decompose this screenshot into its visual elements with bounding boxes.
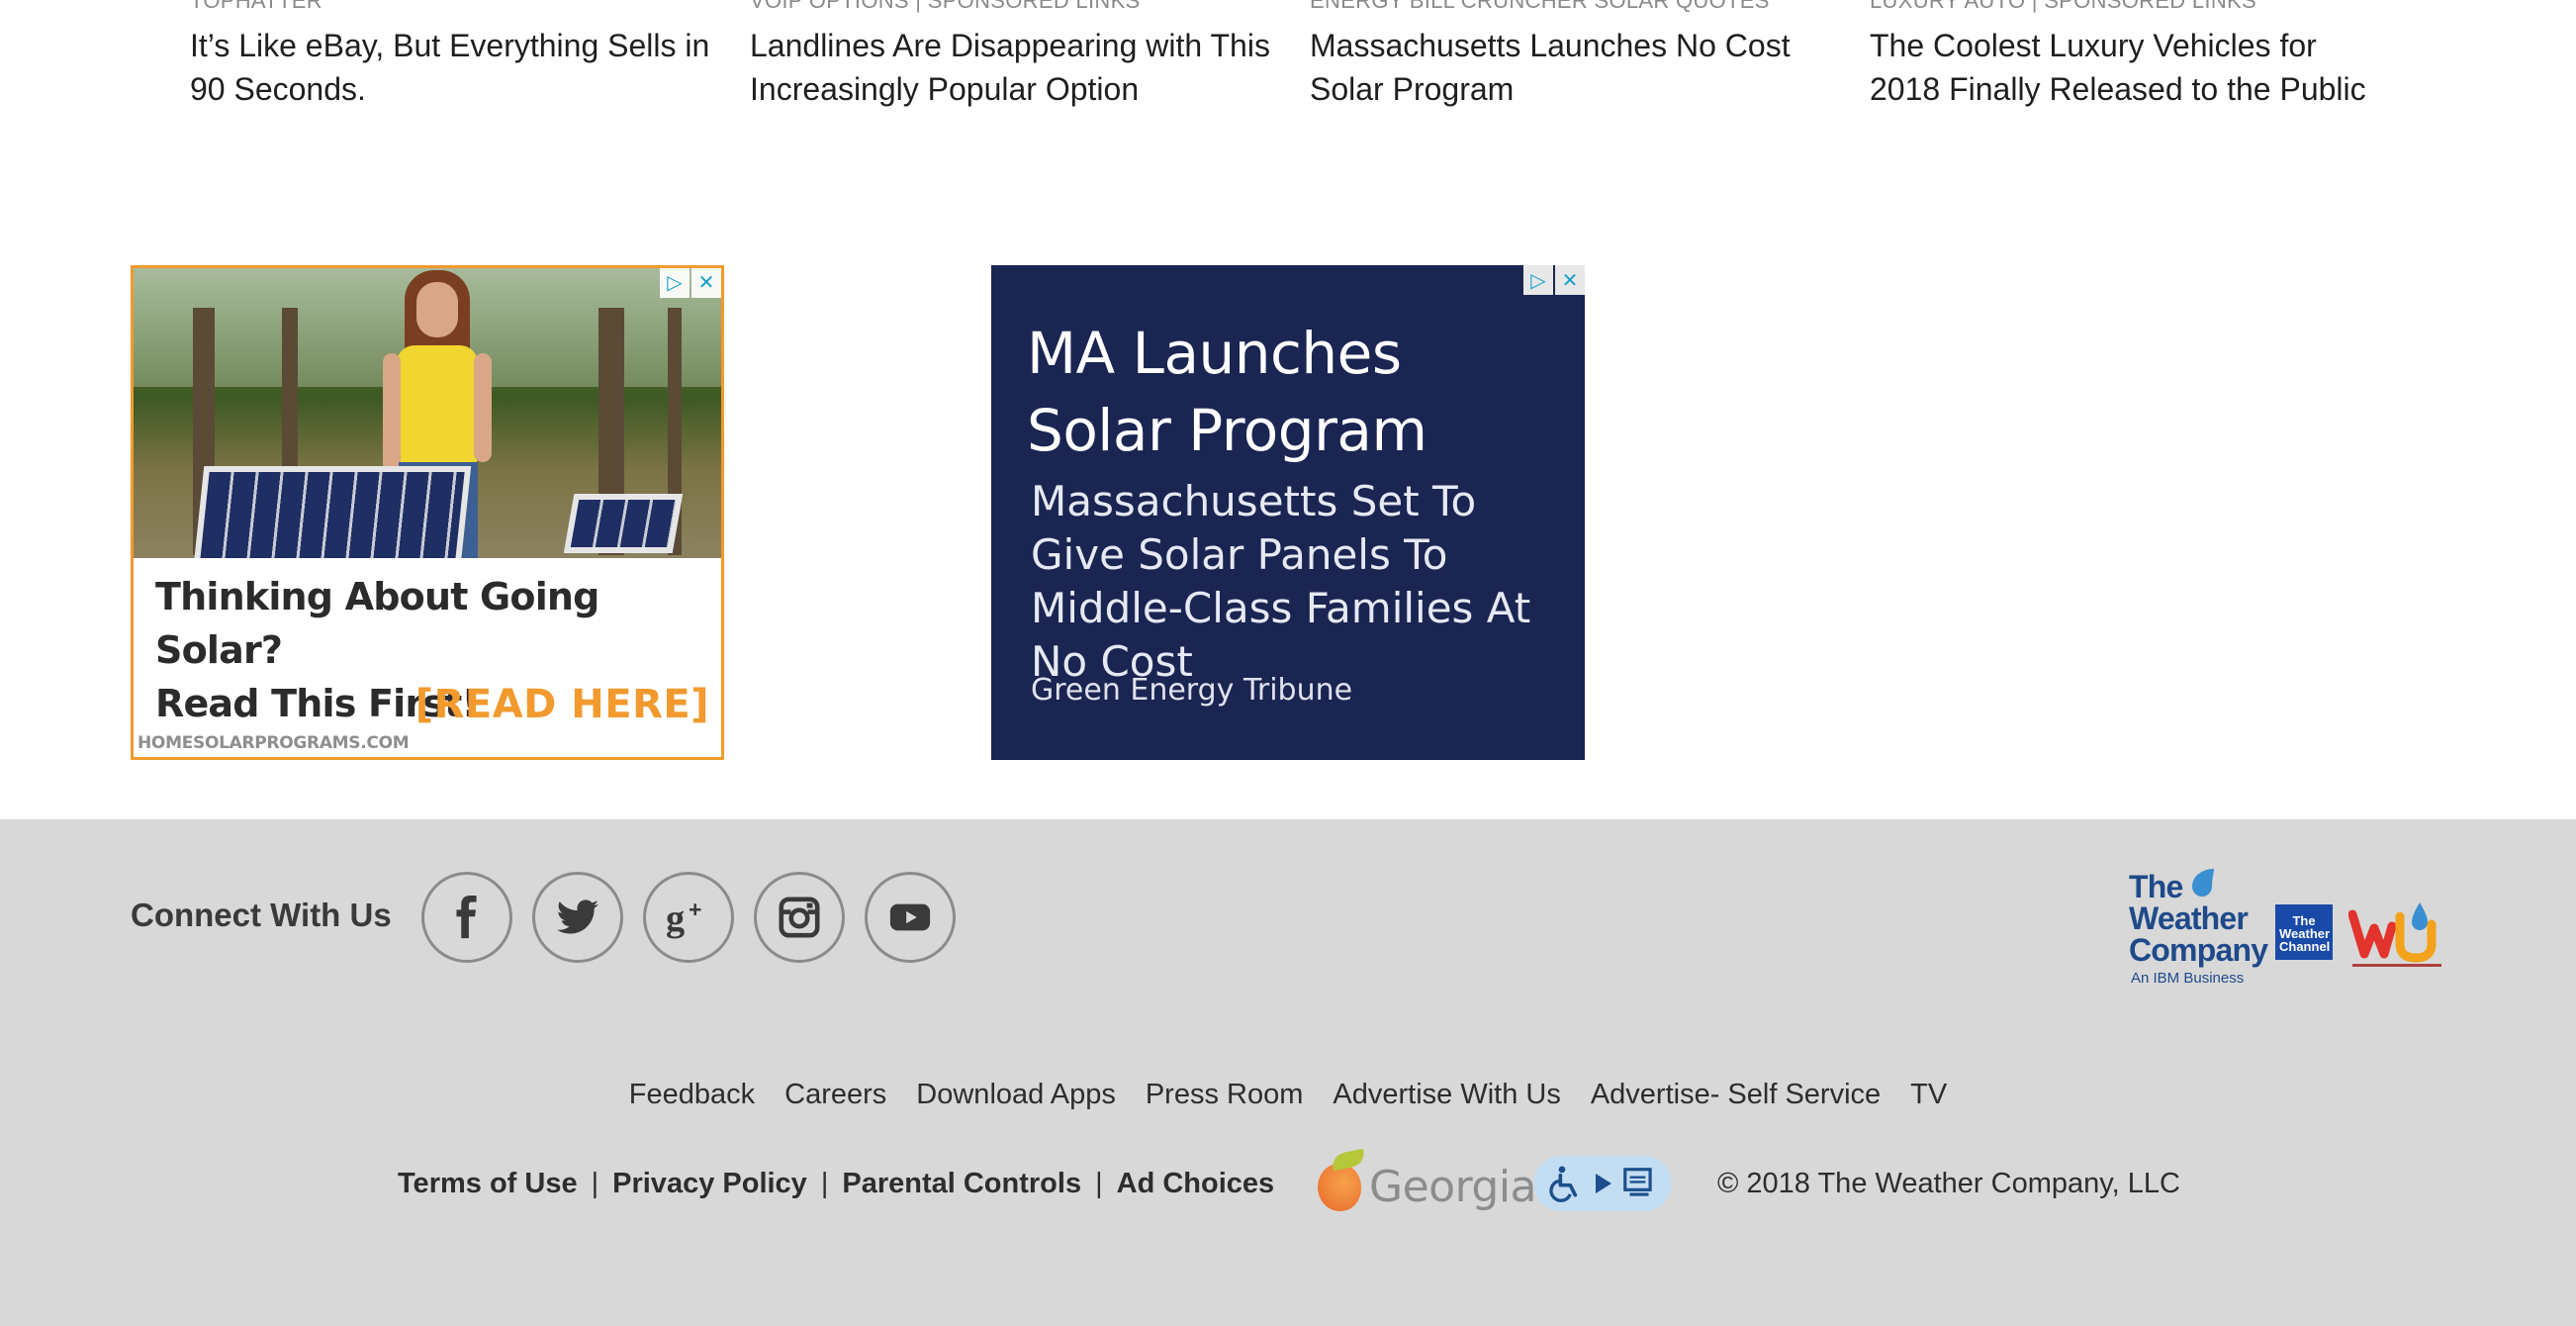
georgia-logo[interactable]: Georgia bbox=[1314, 1146, 1537, 1215]
story-source: Luxury Auto | Sponsored Links bbox=[1870, 0, 2256, 13]
footer-nav: Feedback Careers Download Apps Press Roo… bbox=[0, 1079, 2576, 1111]
story-headline[interactable]: Massachusetts Launches No Cost Solar Pro… bbox=[1310, 24, 1834, 111]
peach-icon bbox=[1318, 1164, 1361, 1211]
youtube-icon bbox=[889, 903, 931, 931]
ad-source: Green Energy Tribune bbox=[1031, 673, 1353, 708]
ad-controls: ▷ ✕ bbox=[1523, 265, 1585, 295]
site-footer: Connect With Us g + The Weather Company A… bbox=[0, 819, 2576, 1326]
svg-text:+: + bbox=[689, 897, 701, 922]
story-source: VoIP Options | Sponsored Links bbox=[750, 0, 1141, 13]
ibm-tagline: An IBM Business bbox=[2131, 970, 2245, 987]
story-card[interactable]: Energy Bill Cruncher Solar Quotes Massac… bbox=[1310, 0, 1834, 111]
connect-label: Connect With Us bbox=[131, 897, 392, 933]
story-card[interactable]: Tophatter It’s Like eBay, But Everything… bbox=[190, 0, 714, 111]
tribune-ad[interactable]: ▷ ✕ MA Launches Solar Program Massachuse… bbox=[991, 265, 1585, 760]
nav-tv[interactable]: TV bbox=[1910, 1079, 1947, 1111]
accessibility-badge[interactable] bbox=[1533, 1156, 1672, 1211]
close-icon[interactable]: ✕ bbox=[691, 268, 721, 298]
twitter-link[interactable] bbox=[532, 872, 623, 963]
brand-logos: The Weather Company An IBM Business The … bbox=[2127, 869, 2443, 990]
solar-panel bbox=[193, 466, 472, 558]
nav-press-room[interactable]: Press Room bbox=[1146, 1079, 1304, 1111]
adchoices-icon[interactable]: ▷ bbox=[660, 268, 690, 298]
ad-controls: ▷ ✕ bbox=[660, 268, 721, 298]
nav-advertise-self-service[interactable]: Advertise- Self Service bbox=[1591, 1079, 1881, 1111]
water-drop-icon bbox=[2192, 869, 2214, 897]
story-card[interactable]: VoIP Options | Sponsored Links Landlines… bbox=[750, 0, 1274, 111]
nav-feedback[interactable]: Feedback bbox=[629, 1079, 755, 1111]
story-card[interactable]: Luxury Auto | Sponsored Links The Cooles… bbox=[1870, 0, 2394, 111]
read-here-button[interactable]: [READ HERE] bbox=[415, 682, 709, 727]
computer-icon bbox=[1623, 1168, 1652, 1196]
divider: | bbox=[591, 1168, 599, 1199]
nav-careers[interactable]: Careers bbox=[784, 1079, 886, 1111]
nav-advertise[interactable]: Advertise With Us bbox=[1333, 1079, 1560, 1111]
instagram-link[interactable] bbox=[754, 872, 845, 963]
close-icon[interactable]: ✕ bbox=[1555, 265, 1585, 295]
story-headline[interactable]: It’s Like eBay, But Everything Sells in … bbox=[190, 24, 714, 111]
adchoices-icon[interactable]: ▷ bbox=[1523, 265, 1553, 295]
wheelchair-icon bbox=[1549, 1166, 1577, 1202]
ad-body: Massachusetts Set To Give Solar Panels T… bbox=[1031, 477, 1531, 686]
play-arrow-icon bbox=[1595, 1174, 1611, 1193]
ad-domain: HOMESOLARPROGRAMS.COM bbox=[138, 733, 410, 753]
svg-text:g: g bbox=[666, 898, 685, 939]
story-source: Energy Bill Cruncher Solar Quotes bbox=[1310, 0, 1770, 13]
parental-controls-link[interactable]: Parental Controls bbox=[842, 1168, 1081, 1200]
nav-download-apps[interactable]: Download Apps bbox=[916, 1079, 1116, 1111]
facebook-icon bbox=[456, 895, 477, 939]
divider: | bbox=[820, 1168, 829, 1199]
ad-choices-link[interactable]: Ad Choices bbox=[1117, 1168, 1275, 1200]
solar-ad[interactable]: ▷ ✕ Thinking About Going Solar? Read Thi… bbox=[131, 265, 724, 760]
google-plus-icon: g + bbox=[666, 897, 701, 939]
youtube-link[interactable] bbox=[865, 872, 956, 963]
story-headline[interactable]: Landlines Are Disappearing with This Inc… bbox=[750, 24, 1274, 111]
instagram-icon bbox=[779, 897, 820, 938]
sponsored-stories: Tophatter It’s Like eBay, But Everything… bbox=[0, 0, 2576, 139]
story-headline[interactable]: The Coolest Luxury Vehicles for 2018 Fin… bbox=[1870, 24, 2394, 111]
privacy-link[interactable]: Privacy Policy bbox=[612, 1168, 807, 1200]
ad-line-1: Thinking About Going Solar? bbox=[155, 575, 599, 672]
divider: | bbox=[1095, 1168, 1103, 1199]
copyright: © 2018 The Weather Company, LLC bbox=[1717, 1168, 2180, 1199]
social-links: g + bbox=[421, 872, 975, 963]
terms-link[interactable]: Terms of Use bbox=[398, 1168, 578, 1200]
twitter-icon bbox=[556, 900, 599, 934]
weather-channel-logo[interactable]: The Weather Channel bbox=[2275, 904, 2333, 960]
google-plus-link[interactable]: g + bbox=[643, 872, 734, 963]
facebook-link[interactable] bbox=[421, 872, 512, 963]
ad-headline[interactable]: MA Launches Solar Program bbox=[1027, 315, 1502, 469]
story-source: Tophatter bbox=[190, 0, 322, 13]
weather-underground-logo[interactable] bbox=[2348, 900, 2447, 970]
solar-panel bbox=[563, 494, 684, 553]
ad-photo bbox=[134, 268, 721, 558]
legal-links: Terms of Use | Privacy Policy | Parental… bbox=[398, 1168, 1274, 1200]
